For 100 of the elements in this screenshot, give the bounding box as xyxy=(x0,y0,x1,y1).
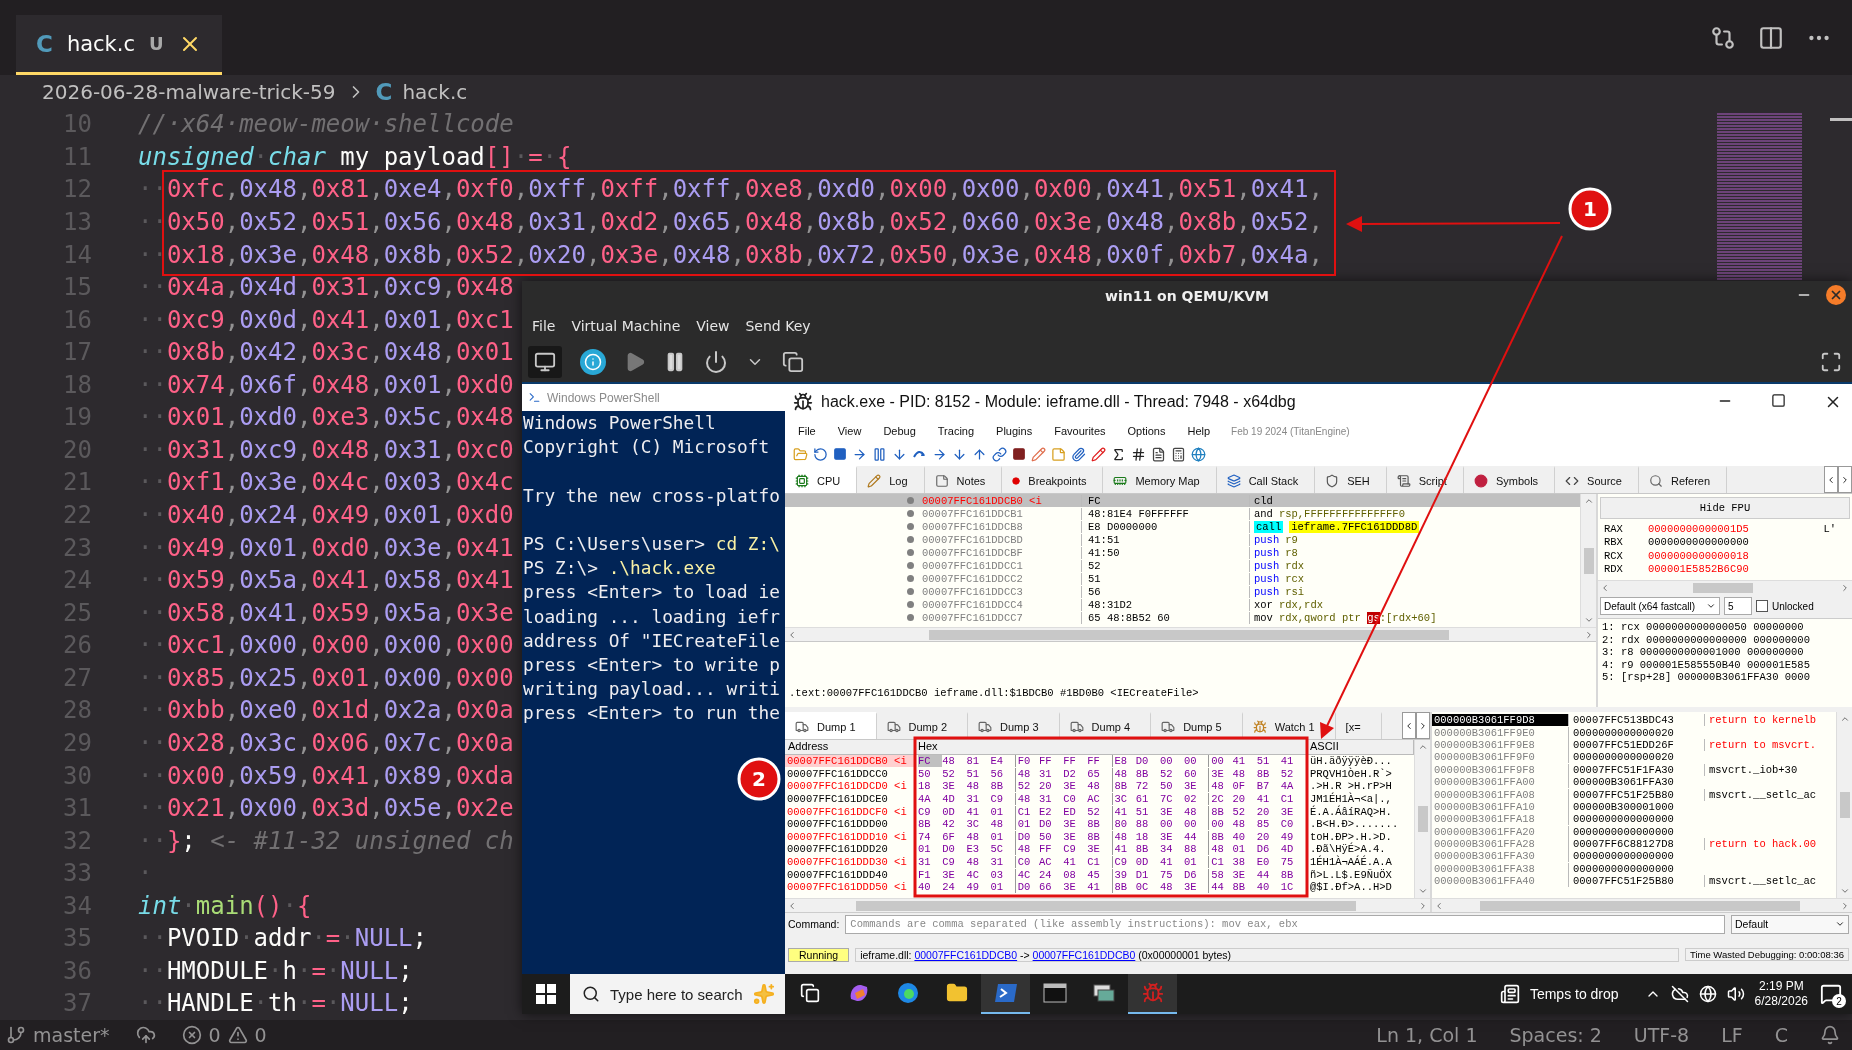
language-mode[interactable]: C xyxy=(1774,1024,1788,1046)
mode-select[interactable]: Default xyxy=(1731,914,1849,934)
indentation[interactable]: Spaces: 2 xyxy=(1509,1024,1602,1046)
arrow-down-icon[interactable] xyxy=(1839,886,1850,896)
speaker-icon[interactable] xyxy=(1726,985,1745,1003)
arrow-right-icon[interactable] xyxy=(1840,474,1850,485)
scroll-left-button[interactable] xyxy=(1402,712,1416,739)
link-icon[interactable] xyxy=(992,446,1007,462)
arrow-down-icon[interactable] xyxy=(1417,886,1428,896)
breadcrumb-item[interactable]: 2026-06-28-malware-trick-59 xyxy=(42,79,336,104)
menu-item[interactable]: Favourites xyxy=(1045,425,1115,437)
arrow-up-icon[interactable] xyxy=(1583,496,1594,506)
arrow-left-icon[interactable] xyxy=(1600,582,1610,593)
scroll-right-button[interactable] xyxy=(1416,712,1430,739)
step-into-icon[interactable] xyxy=(892,446,907,462)
tab[interactable]: CPU xyxy=(785,466,858,493)
pencil-icon[interactable] xyxy=(1091,446,1106,462)
arrow-right-icon[interactable] xyxy=(1840,582,1850,593)
scroll-left-button[interactable] xyxy=(1824,466,1838,493)
editor-tab[interactable]: C hack.c U xyxy=(16,15,222,75)
arrow-right-icon[interactable] xyxy=(932,446,947,462)
clock[interactable]: 2:19 PM 6/28/2026 xyxy=(1754,979,1808,1009)
paperclip-icon[interactable] xyxy=(1071,446,1086,462)
arrow-up-icon[interactable] xyxy=(1839,714,1850,724)
menu-item[interactable]: View xyxy=(690,315,736,337)
arrow-right-icon[interactable] xyxy=(1418,720,1428,731)
breakpoint-dot[interactable] xyxy=(907,549,914,556)
menu-item[interactable]: Plugins xyxy=(987,425,1042,437)
menu-item[interactable]: Debug xyxy=(874,425,925,437)
bell-icon[interactable] xyxy=(1820,1025,1840,1045)
maximize-icon[interactable] xyxy=(1771,393,1786,408)
taskbar-button[interactable] xyxy=(981,974,1030,1014)
hash-icon[interactable] xyxy=(1131,446,1146,462)
taskbar-button[interactable] xyxy=(1128,974,1177,1014)
arrow-right-icon[interactable] xyxy=(1840,900,1850,911)
breakpoint-dot[interactable] xyxy=(907,562,914,569)
arrow-down-icon[interactable] xyxy=(952,446,967,462)
arrow-right-icon[interactable] xyxy=(1584,629,1594,640)
breakpoint-dot[interactable] xyxy=(907,497,914,504)
tab[interactable]: Dump 1 xyxy=(785,712,877,739)
news-icon[interactable] xyxy=(1499,984,1520,1004)
address-link[interactable]: 00007FFC161DDCB0 xyxy=(914,948,1018,961)
weather-widget[interactable]: Temps to drop xyxy=(1529,986,1619,1002)
breakpoint-dot[interactable] xyxy=(907,588,914,595)
cloud-upload-icon[interactable] xyxy=(135,1025,156,1045)
cursor-position[interactable]: Ln 1, Col 1 xyxy=(1376,1024,1478,1046)
line-ending[interactable]: LF xyxy=(1721,1024,1743,1046)
computer-icon[interactable] xyxy=(1091,982,1116,1004)
scrollbar-thumb[interactable] xyxy=(1693,582,1753,593)
address-link[interactable]: 00007FFC161DDCB0 xyxy=(1032,948,1136,961)
problems-indicator[interactable]: 0 0 xyxy=(181,1024,267,1046)
unlocked-checkbox[interactable] xyxy=(1756,600,1768,612)
monitor-button[interactable] xyxy=(528,345,562,378)
menu-item[interactable]: Tracing xyxy=(928,425,984,437)
arrow-right-icon[interactable] xyxy=(1418,900,1428,911)
compare-icon[interactable] xyxy=(1710,24,1736,51)
arrow-left-icon[interactable] xyxy=(1434,900,1444,911)
arrow-up-icon[interactable] xyxy=(1417,742,1428,752)
scrollbar-thumb[interactable] xyxy=(1583,547,1594,574)
edge-icon[interactable] xyxy=(895,981,920,1005)
breakpoint-dot[interactable] xyxy=(907,575,914,582)
run-icon[interactable] xyxy=(852,446,867,462)
calling-convention-select[interactable]: Default (x64 fastcall) xyxy=(1600,597,1720,615)
arrow-down-icon[interactable] xyxy=(1583,615,1594,625)
powershell-icon[interactable] xyxy=(993,983,1018,1003)
terminal-icon[interactable] xyxy=(1042,983,1067,1003)
scrollbar-thumb[interactable] xyxy=(928,629,1449,640)
search-field[interactable]: Type here to search xyxy=(570,974,785,1014)
menu-item[interactable]: File xyxy=(789,425,825,437)
menu-item[interactable]: Virtual Machine xyxy=(565,315,687,337)
menu-item[interactable]: Options xyxy=(1118,425,1175,437)
stop-icon[interactable] xyxy=(833,447,847,461)
info-button[interactable] xyxy=(580,348,606,375)
task-view-icon[interactable] xyxy=(799,983,820,1003)
arrow-left-icon[interactable] xyxy=(1826,474,1836,485)
menu-item[interactable]: Send Key xyxy=(739,315,817,337)
arg-count-spinner[interactable]: 5 xyxy=(1724,597,1752,615)
breadcrumb-item[interactable]: hack.c xyxy=(402,79,468,104)
command-field[interactable]: Commands are comma separated (like assembly instructions): mov eax, ebx xyxy=(845,914,1725,934)
folder-icon[interactable] xyxy=(945,982,968,1004)
screens-icon[interactable] xyxy=(782,350,804,373)
pause-icon[interactable] xyxy=(872,446,887,462)
fullscreen-icon[interactable] xyxy=(1820,350,1842,373)
stop-icon[interactable] xyxy=(1012,447,1026,461)
breakpoint-dot[interactable] xyxy=(907,614,914,621)
pencil-icon[interactable] xyxy=(1031,446,1046,462)
breakpoint-dot[interactable] xyxy=(907,523,914,530)
formula-icon[interactable] xyxy=(1111,446,1126,462)
scrollbar-thumb[interactable] xyxy=(1839,792,1850,818)
notifications-button[interactable]: 2 xyxy=(1818,981,1844,1007)
branch-indicator[interactable]: master* xyxy=(6,1024,110,1046)
scrollbar-thumb[interactable] xyxy=(1480,900,1800,911)
menu-item[interactable]: View xyxy=(828,425,871,437)
hide-fpu-button[interactable]: Hide FPU xyxy=(1600,497,1850,519)
split-editor-icon[interactable] xyxy=(1758,24,1784,51)
menu-item[interactable]: Help xyxy=(1178,425,1220,437)
arrow-left-icon[interactable] xyxy=(787,629,797,640)
scrollbar-thumb[interactable] xyxy=(1417,806,1428,832)
scroll-right-button[interactable] xyxy=(1838,466,1852,493)
breakpoint-dot[interactable] xyxy=(907,601,914,608)
